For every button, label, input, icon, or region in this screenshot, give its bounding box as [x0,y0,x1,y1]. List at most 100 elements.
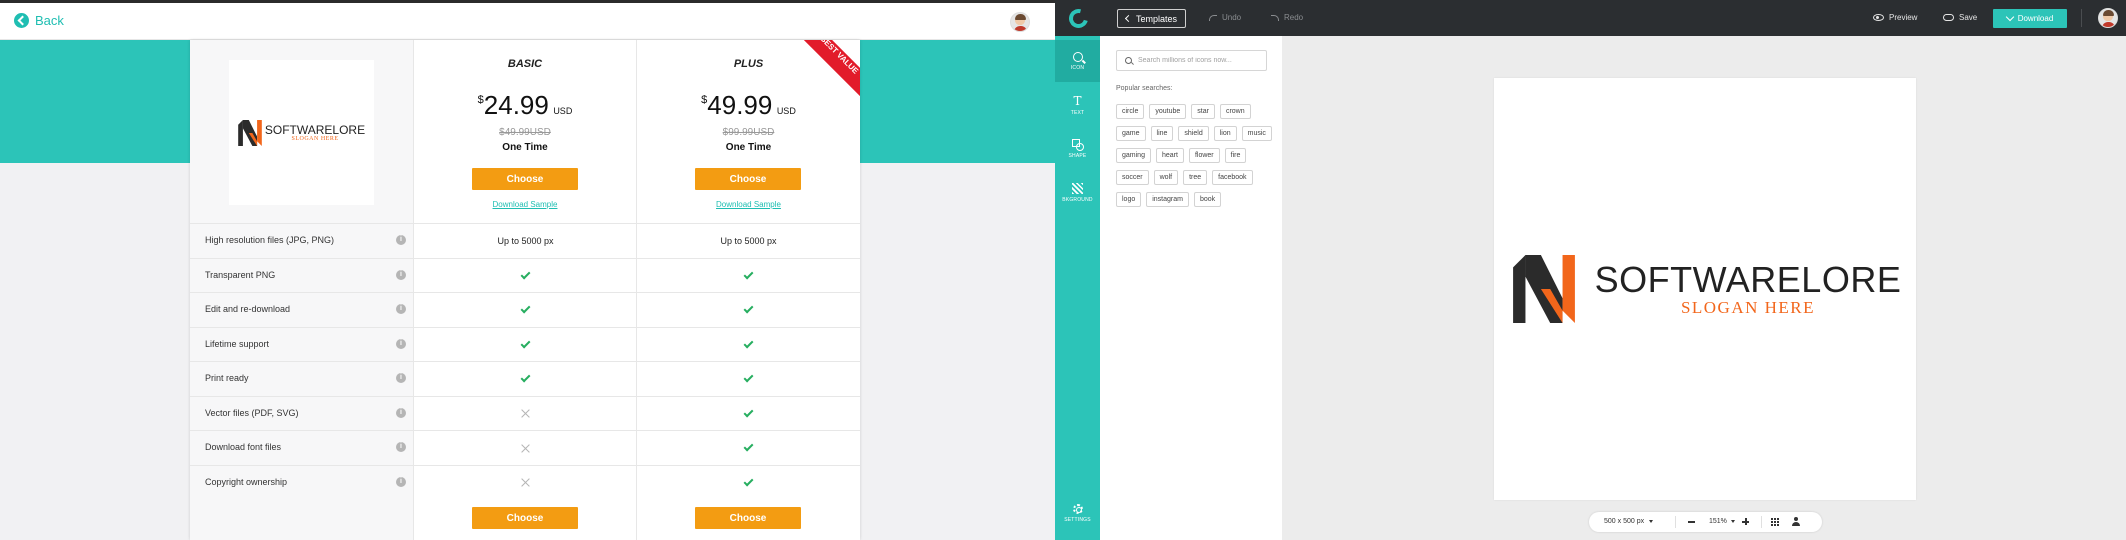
search-tag[interactable]: tree [1183,170,1208,185]
info-icon[interactable]: i [396,407,406,418]
sidebar-item-shape[interactable]: SHAPE [1055,128,1100,170]
search-tag[interactable]: star [1191,104,1215,119]
info-icon[interactable]: i [396,235,406,245]
undo-button[interactable]: Undo [1209,13,1241,22]
back-label: Back [35,13,64,28]
cross-icon [521,444,530,453]
icon-search-input[interactable] [1138,57,1258,64]
canvas-logo[interactable]: SOFTWARELORE SLOGAN HERE [1509,255,1902,323]
pricing-page: Back SOFTWARELORE SLOGAN HERE BASIC $24.… [0,0,1055,540]
avatar[interactable] [1010,12,1030,32]
feature-cell-basic [414,431,637,465]
check-icon [520,269,531,279]
person-icon[interactable] [1792,517,1800,527]
preview-button[interactable]: Preview [1873,13,1917,22]
templates-button[interactable]: Templates [1117,9,1187,28]
eye-icon [1873,14,1884,21]
redo-button[interactable]: Redo [1271,13,1303,22]
pricing-topbar: Back [0,0,1055,40]
cross-icon [521,409,530,418]
logo-editor: Templates Undo Redo Preview Save Downloa… [1055,0,2126,540]
check-icon [743,303,754,314]
grid-icon[interactable] [1771,518,1779,526]
search-tag[interactable]: music [1241,126,1272,141]
sidebar-item-label: SETTINGS [1064,516,1091,523]
back-link[interactable]: Back [14,13,64,28]
search-tag[interactable]: gaming [1116,148,1151,163]
search-tag[interactable]: flower [1188,148,1220,163]
currency-code: USD [776,106,796,116]
search-tag[interactable]: line [1150,126,1174,141]
search-tag[interactable]: fire [1224,148,1247,163]
sidebar-item-text[interactable]: T TEXT [1055,84,1100,126]
price-amount: 24.99 [483,90,549,120]
feature-row: Transparent PNG i [190,257,860,293]
feature-cell-basic [414,293,637,327]
product-logo-name: SOFTWARELORE [264,122,366,137]
canvas-size-dropdown[interactable]: 500 x 500 px [1604,518,1654,525]
download-button[interactable]: Download [1993,9,2067,28]
search-tag[interactable]: youtube [1149,104,1187,119]
avatar[interactable] [2098,8,2118,28]
plan-price: $24.99 USD [414,90,636,121]
feature-row: High resolution files (JPG, PNG) i Up to 5… [190,223,860,257]
price-amount: 49.99 [707,90,773,120]
choose-basic-bottom-button[interactable]: Choose [472,507,578,529]
zoom-level-dropdown[interactable]: 151% [1709,518,1735,525]
info-icon[interactable]: i [396,373,406,383]
search-tag[interactable]: shield [1178,126,1209,141]
download-sample-link[interactable]: Download Sample [414,200,636,209]
canvas-size-value: 500 x 500 px [1604,518,1645,525]
search-tag[interactable]: facebook [1212,170,1253,185]
minus-icon[interactable] [1688,521,1695,523]
redo-icon [1271,14,1279,21]
search-tag[interactable]: instagram [1146,192,1189,207]
choose-plus-button[interactable]: Choose [695,168,801,190]
search-tag[interactable]: book [1193,192,1222,207]
search-tag[interactable]: heart [1155,148,1184,163]
info-icon[interactable]: i [396,476,406,487]
logo-mark-icon [1512,255,1575,323]
templates-label: Templates [1136,13,1178,24]
check-icon [520,372,531,383]
info-icon[interactable]: i [396,304,406,314]
info-icon[interactable]: i [396,442,406,452]
currency-symbol: $ [477,94,484,106]
design-canvas[interactable]: SOFTWARELORE SLOGAN HERE [1494,78,1916,500]
feature-label: Print ready [205,373,249,383]
download-sample-link[interactable]: Download Sample [637,200,860,209]
search-tag[interactable]: wolf [1153,170,1179,185]
sidebar-item-background[interactable]: BKGROUND [1055,172,1100,214]
icon-search-panel: Popular searches: circle youtube star crown… [1100,36,1282,540]
info-icon[interactable]: i [396,338,406,349]
feature-row: Edit and re-download i [190,292,860,326]
feature-label: Copyright ownership [205,476,288,487]
search-tag[interactable]: lion [1213,126,1237,141]
info-icon[interactable]: i [396,269,406,280]
search-tag[interactable]: crown [1219,104,1251,119]
feature-cell-plus [637,466,860,500]
sidebar-item-settings[interactable]: SETTINGS [1055,492,1100,534]
save-button[interactable]: Save [1943,13,1977,22]
background-icon [1072,183,1083,194]
plan-name: PLUS [733,58,764,70]
sidebar-item-icon[interactable]: ICON [1055,40,1100,82]
choose-plus-bottom-button[interactable]: Choose [695,507,801,529]
search-tag[interactable]: soccer [1116,170,1149,185]
search-tag[interactable]: game [1116,126,1146,141]
undo-label: Undo [1222,13,1242,22]
feature-cell-basic [414,259,637,293]
feature-row: Print ready i [190,361,860,395]
choose-basic-button[interactable]: Choose [472,168,578,190]
currency-symbol: $ [701,94,708,106]
check-icon [743,407,754,417]
feature-row: Vector files (PDF, SVG) i [190,395,860,430]
search-tag[interactable]: circle [1116,104,1145,119]
search-icon [1125,57,1132,64]
billing-type: One Time [502,142,548,153]
feature-cell-plus [637,362,860,396]
search-tag[interactable]: logo [1116,192,1142,207]
app-logo-icon[interactable] [1065,5,1092,32]
plan-price: $49.99 USD [637,90,860,121]
plus-icon[interactable] [1742,518,1749,525]
